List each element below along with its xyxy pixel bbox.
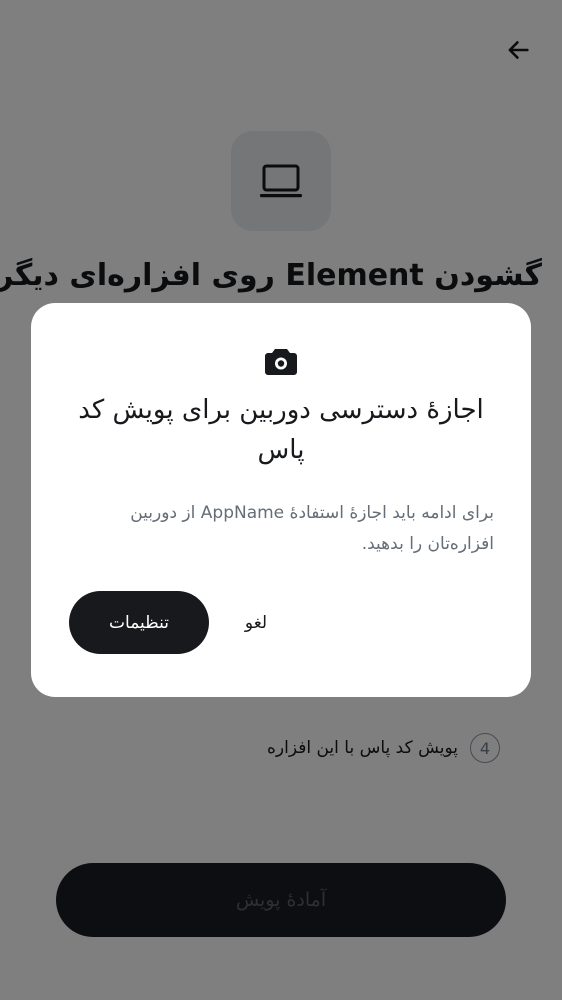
dialog-body: برای ادامه باید اجازهٔ استفادهٔ AppName … (130, 503, 494, 554)
cancel-button-label: لغو (244, 613, 268, 633)
settings-button[interactable]: تنظیمات (69, 591, 209, 654)
dialog-title: اجازهٔ دسترسی دوربین برای پویش کد پاس (78, 395, 484, 465)
cancel-button[interactable]: لغو (226, 600, 286, 646)
camera-icon (265, 349, 297, 375)
settings-button-label: تنظیمات (109, 612, 169, 633)
dialog-icon (264, 344, 298, 378)
